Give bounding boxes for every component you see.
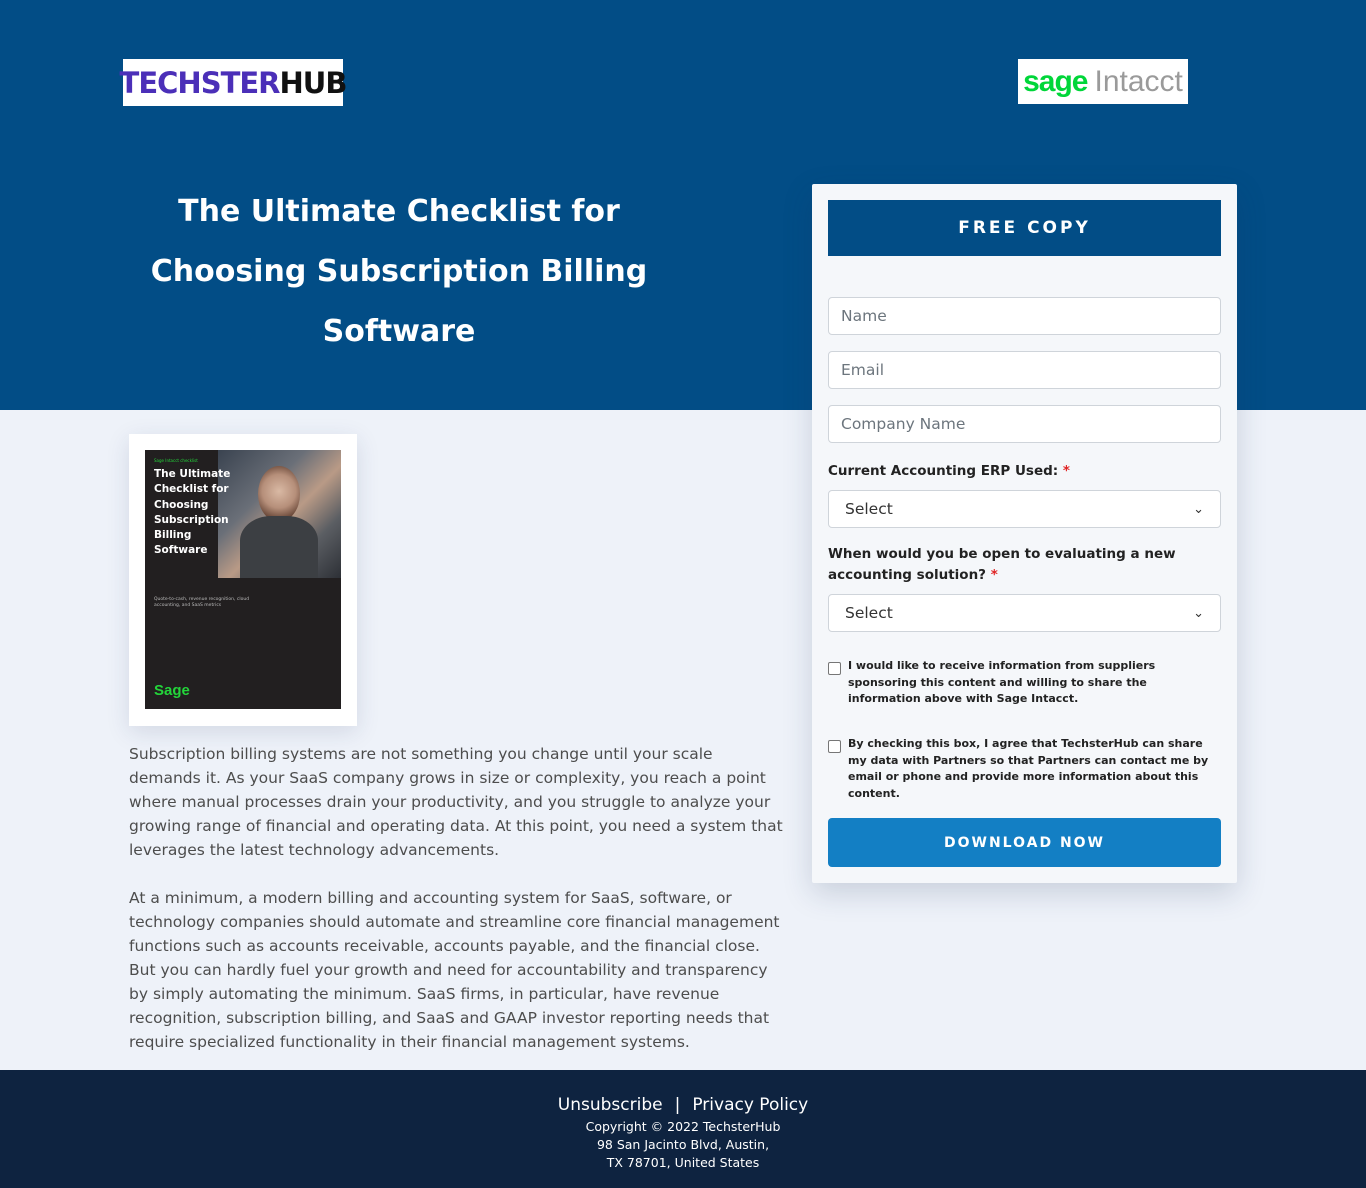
download-now-button[interactable]: DOWNLOAD NOW (828, 818, 1221, 867)
logo-part-1: TECHSTER (119, 65, 281, 100)
footer-links: Unsubscribe | Privacy Policy (0, 1095, 1366, 1115)
ebook-cover-card: Sage Intacct checklist The Ultimate Chec… (129, 434, 357, 726)
intacct-logo-text: Intacct (1094, 64, 1183, 98)
form-heading: FREE COPY (828, 200, 1221, 256)
chevron-down-icon: ⌄ (1193, 605, 1204, 621)
email-input[interactable] (828, 351, 1221, 389)
description: Subscription billing systems are not som… (129, 742, 789, 1078)
techsterhub-logo[interactable]: TECHSTER HUB (119, 59, 347, 106)
erp-label-text: Current Accounting ERP Used: (828, 463, 1059, 479)
chevron-down-icon: ⌄ (1193, 501, 1204, 517)
required-mark: * (1062, 463, 1070, 479)
footer: Unsubscribe | Privacy Policy Copyright ©… (0, 1070, 1366, 1188)
description-paragraph-1: Subscription billing systems are not som… (129, 745, 783, 859)
cover-subtitle: Quote-to-cash, revenue recognition, clou… (154, 597, 250, 608)
erp-select[interactable]: Select ⌄ (828, 490, 1221, 528)
evaluation-timing-select-value: Select (845, 604, 893, 622)
page-title: The Ultimate Checklist for Choosing Subs… (150, 194, 648, 349)
evaluation-timing-label-text: When would you be open to evaluating a n… (828, 546, 1176, 583)
partner-consent-checkbox[interactable] (828, 740, 841, 753)
sponsor-consent: I would like to receive information from… (828, 658, 1221, 708)
name-input[interactable] (828, 297, 1221, 335)
erp-select-value: Select (845, 500, 893, 518)
partner-consent-text: By checking this box, I agree that Techs… (848, 737, 1209, 800)
ebook-cover: Sage Intacct checklist The Ultimate Chec… (145, 450, 341, 709)
sponsor-consent-text: I would like to receive information from… (848, 659, 1156, 705)
copyright: Copyright © 2022 TechsterHub (585, 1119, 781, 1134)
sage-logo-text: sage (1023, 64, 1088, 98)
address-line-2: TX 78701, United States (606, 1155, 760, 1170)
address-line-1: 98 San Jacinto Blvd, Austin, (596, 1137, 770, 1152)
logo-part-2: HUB (279, 65, 348, 100)
cover-sage-logo: Sage (154, 682, 190, 699)
description-paragraph-2: At a minimum, a modern billing and accou… (129, 889, 780, 1051)
sponsor-consent-checkbox[interactable] (828, 662, 841, 675)
cover-kicker: Sage Intacct checklist (154, 458, 198, 463)
privacy-policy-link[interactable]: Privacy Policy (692, 1095, 808, 1115)
download-form: FREE COPY Current Accounting ERP Used: *… (812, 184, 1237, 883)
partner-consent: By checking this box, I agree that Techs… (828, 736, 1221, 802)
sage-intacct-logo[interactable]: sage Intacct (1018, 59, 1188, 104)
company-name-input[interactable] (828, 405, 1221, 443)
footer-info: Copyright © 2022 TechsterHub 98 San Jaci… (0, 1118, 1366, 1172)
footer-separator: | (674, 1095, 681, 1115)
cover-title: The Ultimate Checklist for Choosing Subs… (154, 468, 231, 557)
evaluation-timing-select[interactable]: Select ⌄ (828, 594, 1221, 632)
unsubscribe-link[interactable]: Unsubscribe (558, 1095, 663, 1115)
erp-label: Current Accounting ERP Used: * (828, 461, 1221, 482)
required-mark: * (990, 567, 998, 583)
evaluation-timing-label: When would you be open to evaluating a n… (828, 544, 1221, 586)
